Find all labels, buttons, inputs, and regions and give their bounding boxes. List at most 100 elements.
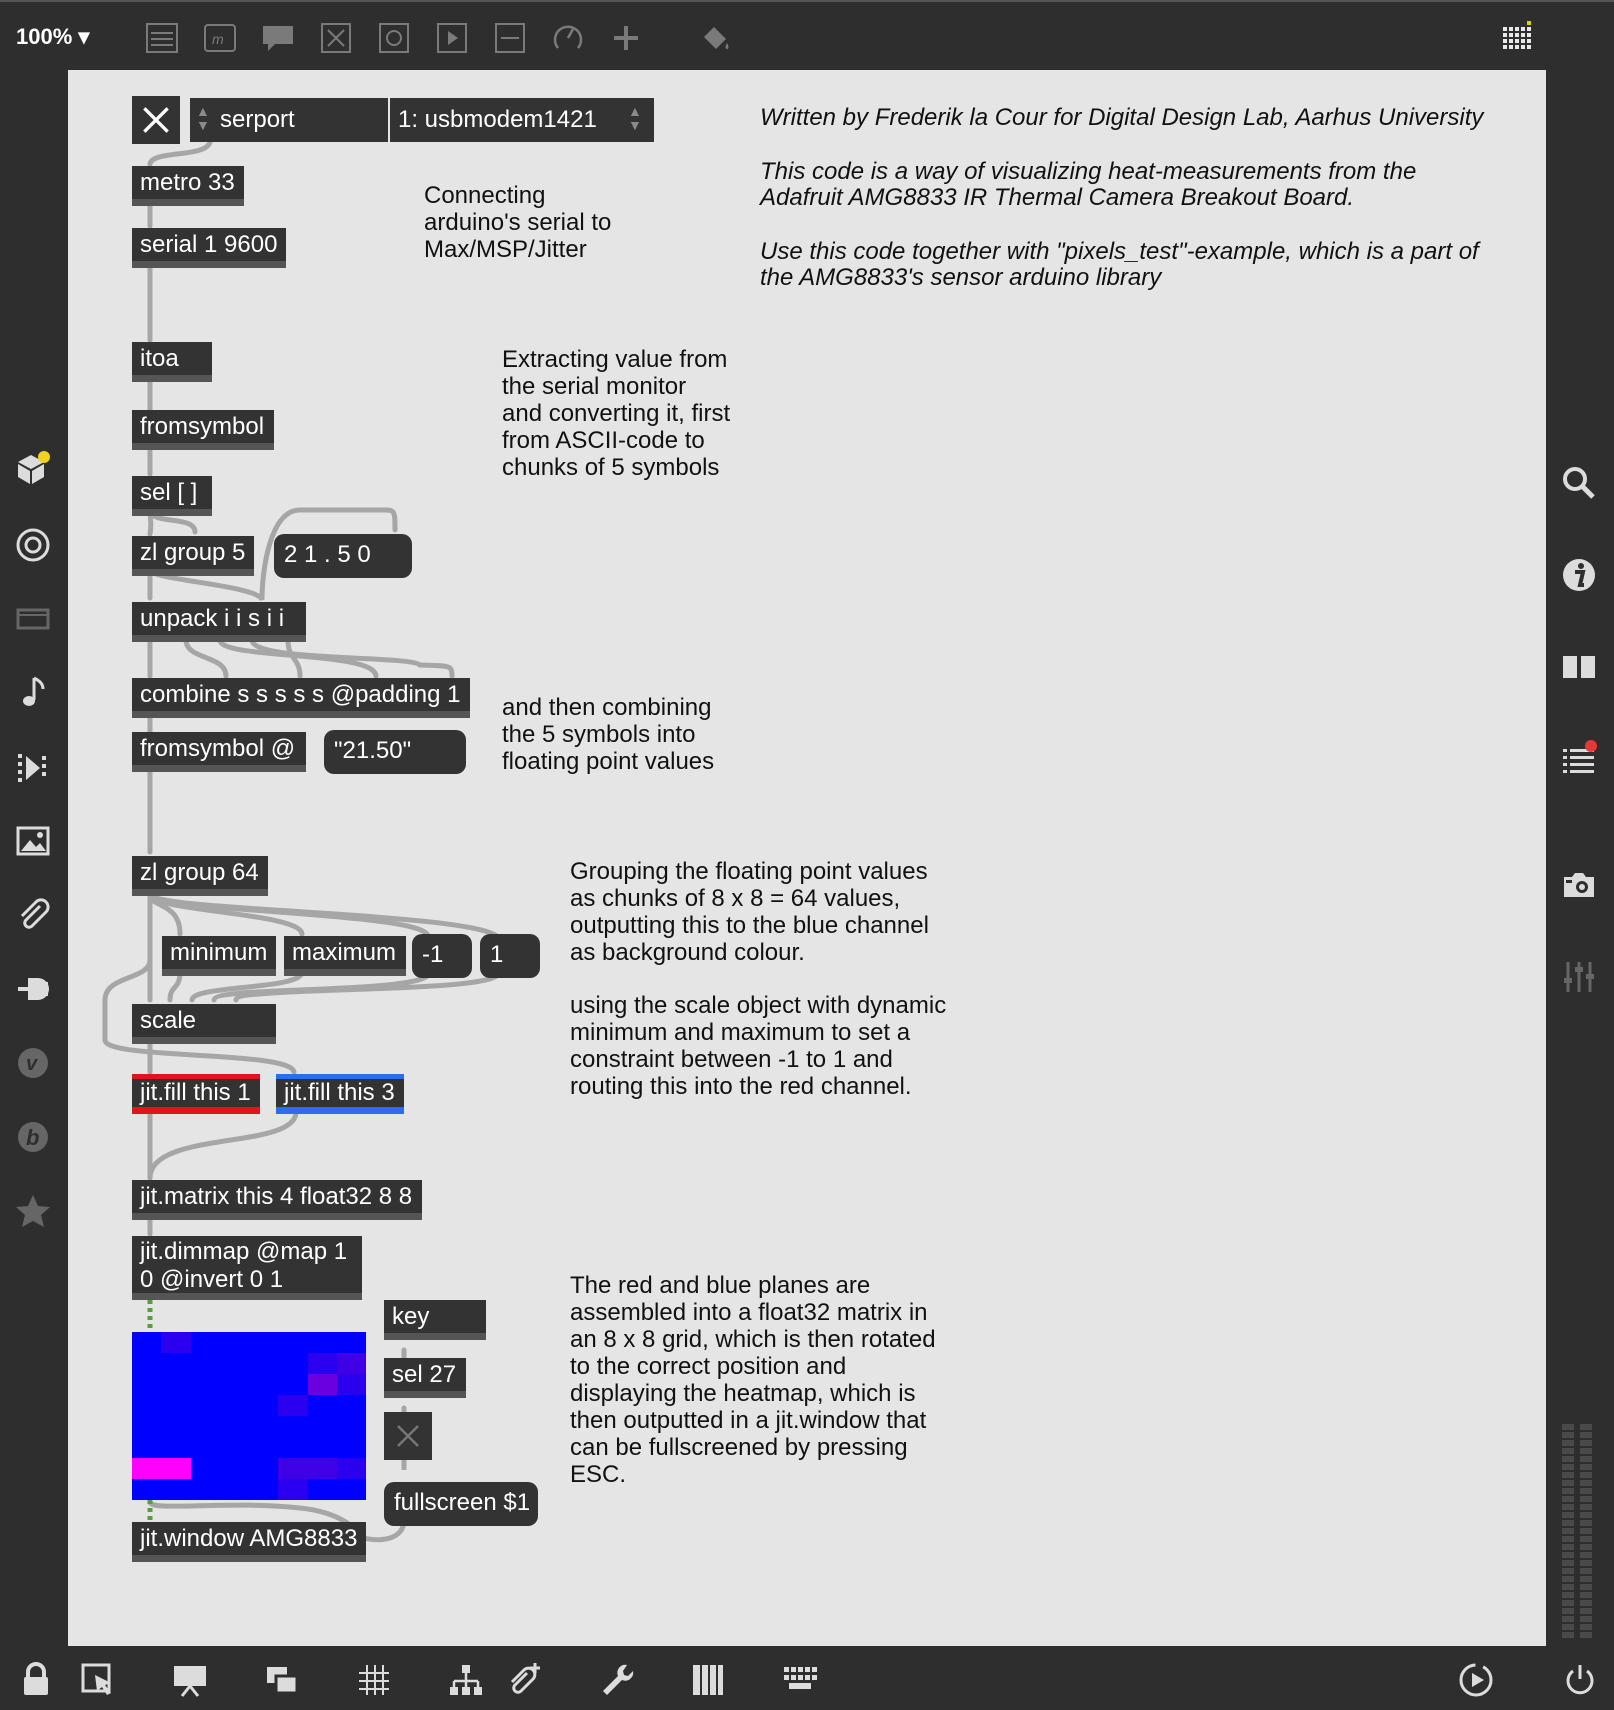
credit-comment: Written by Frederik la Cour for Digital … [760,104,1484,131]
heatmap-cell [161,1437,191,1458]
jit-dimmap-object[interactable]: jit.dimmap @map 1 0 @invert 0 1 [132,1236,362,1300]
serial-object[interactable]: serial 1 9600 [132,228,286,268]
jit-window-object[interactable]: jit.window AMG8833 [132,1522,366,1562]
minimum-object[interactable]: minimum [162,936,276,976]
top-toolbar: 100% ▾ m [0,0,1614,74]
fullscreen-toggle[interactable] [384,1412,432,1460]
sel-27-object[interactable]: sel 27 [384,1358,466,1398]
heatmap-cell [307,1416,337,1437]
window-stack-icon[interactable] [260,1658,304,1702]
paint-bucket-icon[interactable] [698,20,734,56]
target-icon[interactable] [10,522,56,568]
heatmap-cell [278,1437,308,1458]
serial-toggle[interactable] [132,96,180,144]
jit-fill-blue-object[interactable]: jit.fill this 3 [276,1074,404,1114]
toggle-box-icon[interactable] [318,20,354,56]
image-icon[interactable] [10,818,56,864]
neg-one-message-box[interactable]: -1 [412,934,472,978]
window-icon[interactable] [10,596,56,642]
unpack-object[interactable]: unpack i i s i i [132,602,306,642]
power-icon[interactable] [1558,1658,1602,1702]
grid-icon[interactable] [1500,20,1536,56]
star-icon[interactable] [10,1188,56,1234]
close-x-icon [143,107,169,133]
hierarchy-icon[interactable] [444,1658,488,1702]
svg-text:b: b [26,1125,39,1150]
heatmap-cell [190,1458,220,1479]
vizzie-icon[interactable]: v [10,1040,56,1086]
zoom-dropdown[interactable]: 100% ▾ [16,24,89,50]
maximum-object[interactable]: maximum [284,936,406,976]
level-meter-right [1580,1424,1592,1640]
plug-icon[interactable] [10,966,56,1012]
console-list-icon[interactable] [1556,736,1602,782]
heatmap-cell [336,1395,366,1416]
jit-matrix-object[interactable]: jit.matrix this 4 float32 8 8 [132,1180,422,1220]
digits-message-box[interactable]: 2 1 . 5 0 [274,534,412,578]
list-icon[interactable] [144,20,180,56]
dial-icon[interactable] [550,20,586,56]
search-icon[interactable] [1556,460,1602,506]
heatmap-cell [132,1416,162,1437]
one-message-box[interactable]: 1 [480,934,540,978]
metro-object[interactable]: metro 33 [132,166,244,206]
beap-icon[interactable]: b [10,1114,56,1160]
sel-object[interactable]: sel [ ] [132,476,212,516]
media-step-icon[interactable] [10,744,56,790]
heatmap-cell [278,1374,308,1395]
audio-play-icon[interactable] [1454,1658,1498,1702]
add-attachment-icon[interactable] [502,1658,546,1702]
paperclip-icon[interactable] [10,892,56,938]
fullscreen-message-box[interactable]: fullscreen $1 [384,1482,538,1526]
zl-group-64-object[interactable]: zl group 64 [132,856,268,896]
scale-object[interactable]: scale [132,1004,276,1044]
key-object[interactable]: key [384,1300,486,1340]
heatmap-cell [249,1437,279,1458]
packages-icon[interactable] [10,446,56,492]
serport-umenu[interactable]: ▲ ▼ serport [190,98,388,142]
book-icon[interactable] [1556,644,1602,690]
jit-dimmap-line-2: 0 @invert 0 1 [140,1266,284,1293]
heatmap-cell [249,1332,279,1353]
presentation-icon[interactable] [168,1658,212,1702]
fromsymbol-object[interactable]: fromsymbol [132,410,274,450]
heatmap-cell [219,1437,249,1458]
heatmap-cell [278,1416,308,1437]
camera-icon[interactable] [1556,862,1602,908]
value-message-box[interactable]: "21.50" [324,730,466,774]
plus-icon[interactable] [608,20,644,56]
message-icon[interactable]: m [202,20,238,56]
heatmap-cell [249,1353,279,1374]
heatmap-cell [132,1332,162,1353]
heatmap-cell [132,1395,162,1416]
play-icon[interactable] [434,20,470,56]
updown-arrows-icon: ▲ ▼ [628,103,642,133]
fromsymbol-at-object[interactable]: fromsymbol @ [132,732,306,772]
mixer-icon[interactable] [1556,954,1602,1000]
heatmap-cell [190,1437,220,1458]
heatmap-cell [132,1374,162,1395]
heatmap-cell [336,1458,366,1479]
zl-group-5-object[interactable]: zl group 5 [132,536,254,576]
piano-icon[interactable] [686,1658,730,1702]
info-icon[interactable] [1556,552,1602,598]
slider-icon[interactable] [492,20,528,56]
serport-label: serport [220,106,295,133]
wrench-icon[interactable] [596,1658,640,1702]
button-icon[interactable] [376,20,412,56]
purpose-comment-line-1: This code is a way of visualizing heat-m… [760,158,1417,185]
lock-icon[interactable] [14,1658,58,1702]
presentation-cursor-icon[interactable] [76,1658,120,1702]
itoa-object[interactable]: itoa [132,342,212,382]
music-note-icon[interactable] [10,670,56,716]
heatmap-cell [161,1374,191,1395]
keyboard-icon[interactable] [778,1658,822,1702]
combine-object[interactable]: combine s s s s s @padding 1 [132,678,470,718]
heatmap-cell [161,1458,191,1479]
heatmap-cell [307,1479,337,1500]
comment-icon[interactable] [260,20,296,56]
jit-fill-red-object[interactable]: jit.fill this 1 [132,1074,260,1114]
grid-toggle-icon[interactable] [352,1658,396,1702]
port-umenu[interactable]: 1: usbmodem1421 ▲ ▼ [390,98,654,142]
svg-text:m: m [212,31,224,47]
